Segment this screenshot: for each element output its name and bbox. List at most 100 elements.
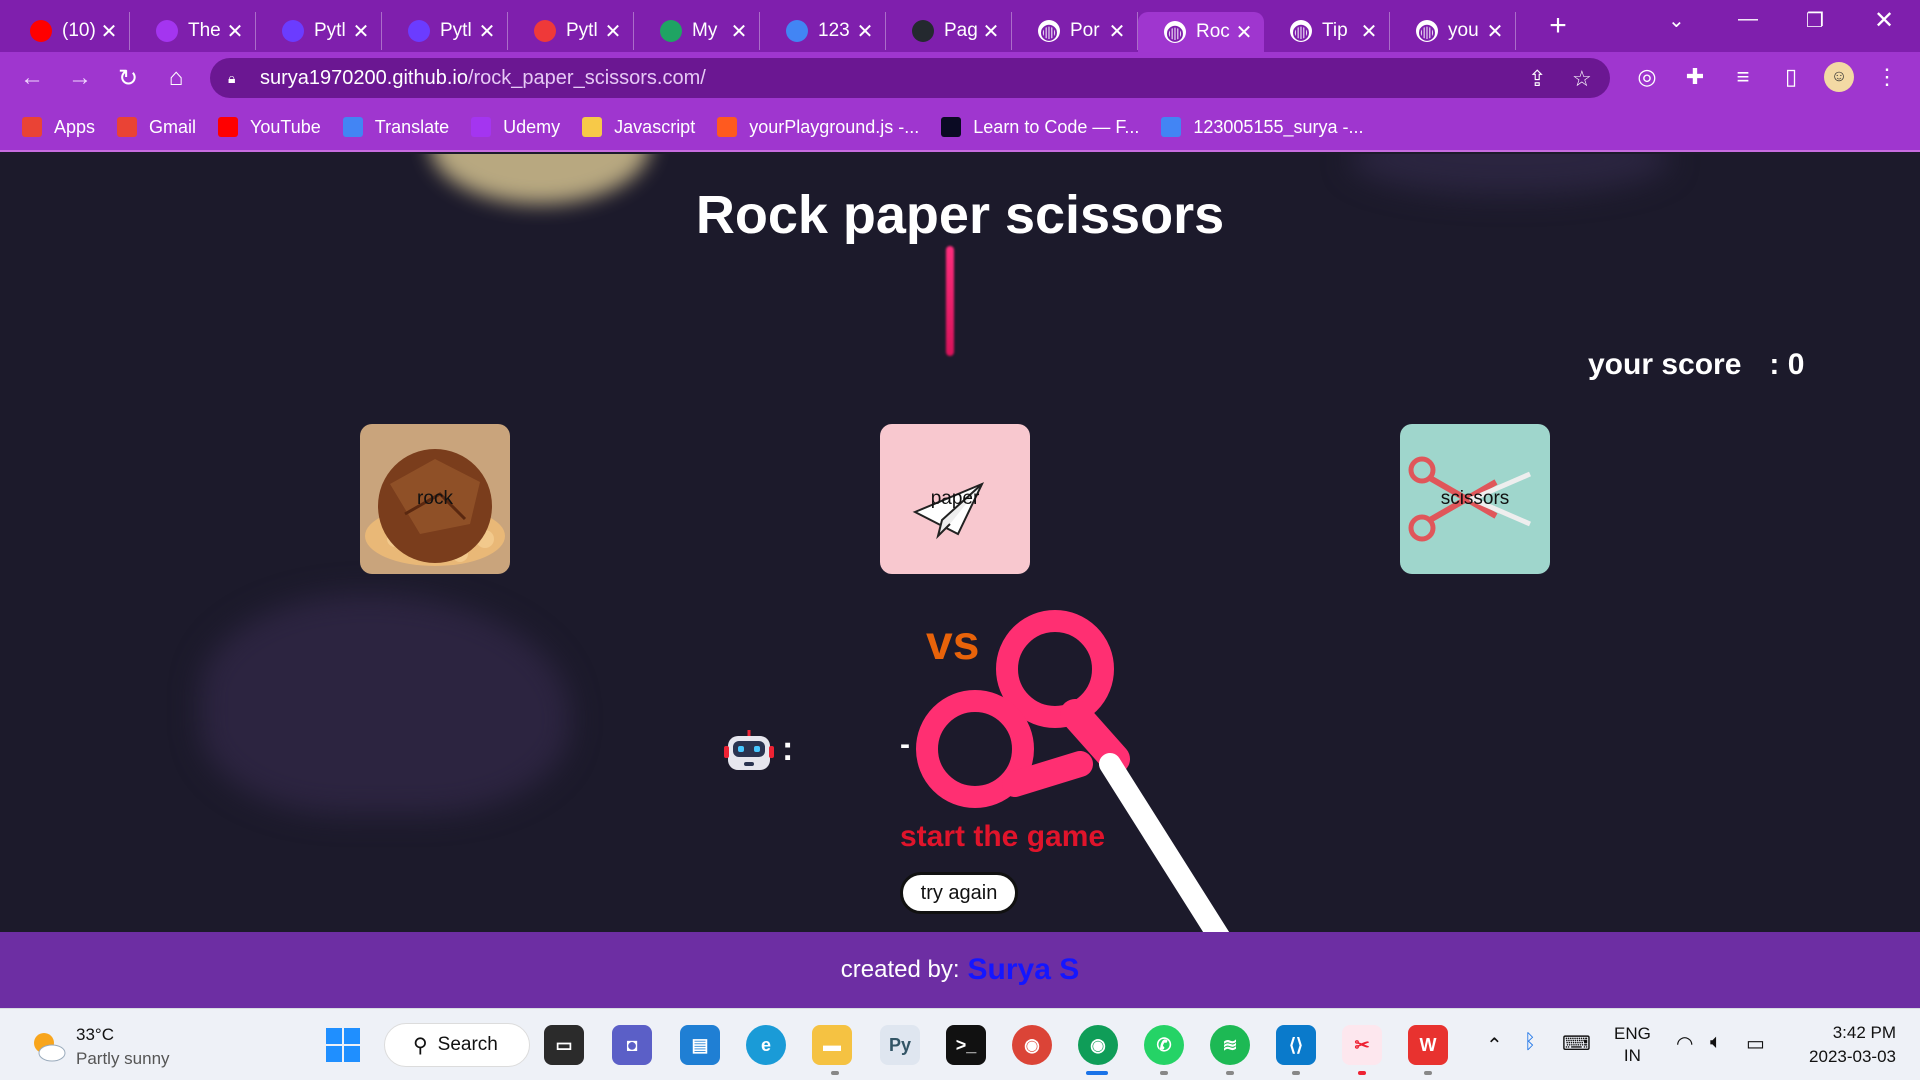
youtube-icon [218,117,239,137]
tab-close-icon[interactable]: ✕ [225,19,245,44]
tab-title: 123 [818,20,850,41]
lock-icon[interactable]: 🔒︎ [228,70,242,86]
browser-tab[interactable]: ◍ you ✕ [1390,12,1516,50]
browser-tab[interactable]: The ✕ [130,12,256,50]
address-bar[interactable]: 🔒︎ surya1970200.github.io/rock_paper_sci… [210,58,1610,98]
bluetooth-icon[interactable]: ᛒ [1524,1031,1536,1054]
language-indicator[interactable]: ENG IN [1614,1023,1651,1067]
extensions-puzzle-icon[interactable]: ✚ [1680,64,1710,90]
back-button[interactable]: ← [8,64,56,92]
clock[interactable]: 3:42 PM 2023-03-03 [1796,1021,1896,1069]
browser-tab[interactable]: Pytl ✕ [256,12,382,50]
store-icon[interactable]: ▤ [680,1025,720,1065]
home-button[interactable]: ⌂ [152,64,200,92]
browser-tab[interactable]: My ✕ [634,12,760,50]
side-panel-icon[interactable]: ▯ [1776,64,1806,90]
tab-close-icon[interactable]: ✕ [99,19,119,44]
youtube-icon [30,20,52,42]
bookmark-star-icon[interactable]: ☆ [1572,66,1592,92]
playground-icon [717,117,738,137]
task-view-icon[interactable]: ▭ [544,1025,584,1065]
tab-close-icon[interactable]: ✕ [603,19,623,44]
footer: created by: Surya S [0,932,1920,1008]
browser-tab[interactable]: Pytl ✕ [508,12,634,50]
new-tab-button[interactable]: + [1540,9,1576,43]
tab-title: Pytl [440,20,472,41]
tab-close-icon[interactable]: ✕ [351,19,371,44]
close-window-button[interactable]: ✕ [1874,6,1894,35]
tab-close-icon[interactable]: ✕ [1234,20,1254,45]
teams-chat-icon[interactable]: ◘ [612,1025,652,1065]
weather-widget[interactable]: 33°C Partly sunny [30,1023,170,1071]
paper-button[interactable]: paper [880,424,1030,574]
author-name[interactable]: Surya S [968,953,1080,987]
python-file-icon[interactable]: Py [880,1025,920,1065]
bookmark-item[interactable]: Udemy [471,117,560,138]
forward-button[interactable]: → [56,64,104,92]
file-explorer-icon[interactable]: ▬ [812,1025,852,1065]
bookmark-label: Udemy [503,116,561,137]
tab-close-icon[interactable]: ✕ [477,19,497,44]
browser-tab[interactable]: Pag ✕ [886,12,1012,50]
translate-icon [342,117,363,137]
running-indicator [1358,1071,1366,1075]
bookmark-item[interactable]: Apps [22,117,95,138]
tab-title: Tip [1322,20,1348,41]
tab-close-icon[interactable]: ✕ [1107,19,1127,44]
url-text[interactable]: surya1970200.github.io/rock_paper_scisso… [260,67,706,90]
media-queue-icon[interactable]: ≡ [1728,64,1758,90]
chrome-icon[interactable]: ◉ [1012,1025,1052,1065]
bookmark-label: Translate [374,116,450,137]
edge-icon[interactable]: e [746,1025,786,1065]
bookmark-item[interactable]: Learn to Code — F... [941,117,1139,138]
keyboard-icon[interactable]: ⌨ [1562,1031,1591,1056]
clock-date: 2023-03-03 [1809,1047,1896,1066]
menu-kebab-icon[interactable]: ⋮ [1872,64,1902,90]
snipping-tool-icon[interactable]: ✂ [1342,1025,1382,1065]
tab-close-icon[interactable]: ✕ [729,19,749,44]
scissors-button[interactable]: scissors [1400,424,1550,574]
windows-start-icon[interactable] [323,1025,363,1065]
browser-tab[interactable]: 123 ✕ [760,12,886,50]
bookmark-item[interactable]: 123005155_surya -... [1161,117,1364,138]
wps-office-icon[interactable]: W [1408,1025,1448,1065]
browser-tab[interactable]: ◍ Tip ✕ [1264,12,1390,50]
browser-tab[interactable]: Pytl ✕ [382,12,508,50]
whatsapp-icon[interactable]: ✆ [1144,1025,1184,1065]
tab-close-icon[interactable]: ✕ [981,19,1001,44]
taskbar-search[interactable]: ⚲ Search [384,1023,530,1067]
tab-close-icon[interactable]: ✕ [1485,19,1505,44]
reload-button[interactable]: ↻ [104,64,152,93]
tab-close-icon[interactable]: ✕ [1359,19,1379,44]
bookmark-item[interactable]: Javascript [582,117,695,138]
wifi-icon[interactable]: ◠ [1676,1031,1693,1056]
tab-close-icon[interactable]: ✕ [855,19,875,44]
spotify-icon[interactable]: ≋ [1210,1025,1250,1065]
bookmark-item[interactable]: yourPlayground.js -... [717,117,919,138]
share-icon[interactable]: ⇪ [1528,66,1546,92]
profile-avatar[interactable]: ☺ [1824,62,1854,92]
bookmark-item[interactable]: YouTube [218,117,321,138]
chrome-extension-icon[interactable]: ◎ [1632,64,1662,90]
chevron-up-icon[interactable]: ⌃ [1486,1033,1503,1058]
gmail-icon [117,117,138,137]
bookmark-label: Javascript [614,116,696,137]
chrome-profile-icon[interactable]: ◉ [1078,1025,1118,1065]
tab-title: Pytl [314,20,346,41]
terminal-icon[interactable]: >_ [946,1025,986,1065]
browser-tab[interactable]: ◍ Roc ✕ [1138,12,1264,52]
minimize-button[interactable]: — [1738,8,1758,31]
navigation-bar: ← → ↻ ⌂ 🔒︎ surya1970200.github.io/rock_p… [0,52,1920,104]
try-again-button[interactable]: try again [900,872,1018,914]
tab-search-icon[interactable]: ⌄ [1668,8,1685,33]
rock-button[interactable]: rock [360,424,510,574]
bookmark-label: yourPlayground.js -... [749,116,920,137]
volume-icon[interactable]: 🔈︎ [1710,1031,1722,1054]
bookmark-item[interactable]: Translate [342,116,450,138]
browser-tab[interactable]: ◍ Por ✕ [1012,12,1138,50]
bookmark-item[interactable]: Gmail [117,117,196,138]
restore-button[interactable]: ❐ [1806,8,1824,33]
browser-tab[interactable]: (10) ✕ [4,12,130,50]
battery-icon[interactable]: ▭ [1746,1031,1765,1056]
vscode-icon[interactable]: ⟨⟩ [1276,1025,1316,1065]
